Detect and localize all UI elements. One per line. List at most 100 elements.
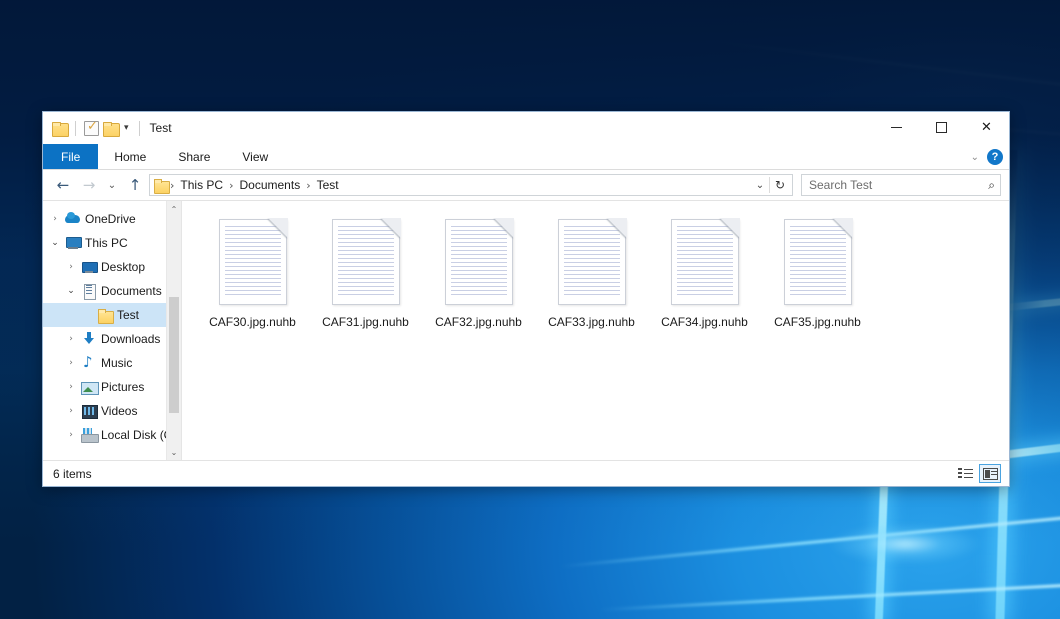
address-bar-row: ← → ⌄ ↑ › This PC › Documents › Test ⌄ ↻ [43, 170, 1009, 200]
search-box[interactable]: ⌕ [801, 174, 1001, 196]
chevron-right-icon[interactable]: › [63, 358, 79, 368]
folder-icon [95, 309, 115, 322]
toolbar-divider [75, 121, 76, 136]
forward-button[interactable]: → [77, 173, 101, 197]
address-bar[interactable]: › This PC › Documents › Test ⌄ ↻ [149, 174, 793, 196]
close-button[interactable]: ✕ [964, 112, 1009, 143]
quick-access-toolbar: ▾ [43, 121, 144, 136]
ribbon-right-controls: ⌄ ? [971, 144, 1003, 170]
chevron-down-icon[interactable]: ⌄ [971, 152, 979, 163]
file-list-view[interactable]: CAF30.jpg.nuhb CAF31.jpg.nuhb [182, 201, 1009, 460]
sidebar-item-documents[interactable]: ⌄ Documents [43, 279, 181, 303]
chevron-down-icon[interactable]: ⌄ [47, 238, 63, 248]
chevron-down-icon[interactable]: ▾ [122, 124, 131, 133]
scrollbar-thumb[interactable] [169, 297, 179, 413]
sidebar-item-label: Downloads [99, 332, 160, 346]
tab-share[interactable]: Share [162, 144, 226, 169]
list-item[interactable]: CAF32.jpg.nuhb [422, 215, 535, 329]
refresh-icon[interactable]: ↻ [770, 178, 790, 192]
file-name: CAF31.jpg.nuhb [322, 315, 409, 329]
details-view-icon [958, 468, 973, 480]
videos-icon [79, 404, 99, 418]
up-button[interactable]: ↑ [123, 173, 147, 197]
navigation-pane-scrollbar[interactable]: ⌃ ⌄ [166, 201, 181, 460]
sidebar-item-label: Videos [99, 404, 137, 418]
documents-icon [79, 284, 99, 298]
large-icons-view-button[interactable] [979, 464, 1001, 483]
disk-icon [79, 428, 99, 442]
minimize-button[interactable] [874, 112, 919, 143]
sidebar-item-local-disk[interactable]: › Local Disk (C:) [43, 423, 181, 447]
list-item[interactable]: CAF34.jpg.nuhb [648, 215, 761, 329]
sidebar-item-label: OneDrive [83, 212, 136, 226]
sidebar-item-desktop[interactable]: › Desktop [43, 255, 181, 279]
downloads-icon [79, 332, 99, 346]
minimize-icon [891, 127, 902, 128]
tab-home[interactable]: Home [98, 144, 162, 169]
sidebar-item-this-pc[interactable]: ⌄ This PC [43, 231, 181, 255]
folder-icon [154, 179, 169, 192]
view-mode-buttons [954, 464, 1001, 483]
folder-icon[interactable] [52, 122, 67, 135]
search-icon[interactable]: ⌕ [988, 178, 995, 193]
details-view-button[interactable] [954, 464, 976, 483]
file-grid: CAF30.jpg.nuhb CAF31.jpg.nuhb [196, 215, 1009, 329]
chevron-down-icon[interactable]: ⌄ [63, 286, 79, 296]
window-controls: ✕ [874, 112, 1009, 143]
chevron-right-icon[interactable]: › [63, 430, 79, 440]
desktop-icon [79, 260, 99, 274]
recent-locations-button[interactable]: ⌄ [103, 173, 121, 197]
sidebar-item-test[interactable]: Test [43, 303, 181, 327]
sidebar-item-label: Test [115, 308, 139, 322]
scroll-up-arrow-icon[interactable]: ⌃ [167, 201, 181, 217]
item-count-label: 6 items [53, 467, 92, 481]
file-name: CAF32.jpg.nuhb [435, 315, 522, 329]
tab-file[interactable]: File [43, 144, 98, 169]
onedrive-icon [63, 212, 83, 226]
chevron-right-icon[interactable]: › [47, 214, 63, 224]
generic-file-icon [332, 219, 400, 305]
back-button[interactable]: ← [51, 173, 75, 197]
sidebar-item-downloads[interactable]: › Downloads [43, 327, 181, 351]
sidebar-item-label: Pictures [99, 380, 144, 394]
sidebar-item-onedrive[interactable]: › OneDrive [43, 207, 181, 231]
chevron-right-icon[interactable]: › [63, 382, 79, 392]
sidebar-item-label: Documents [99, 284, 162, 298]
list-item[interactable]: CAF33.jpg.nuhb [535, 215, 648, 329]
chevron-right-icon[interactable]: › [63, 334, 79, 344]
chevron-right-icon[interactable]: › [63, 262, 79, 272]
navigation-pane: › OneDrive ⌄ This PC › Desktop ⌄ [43, 201, 181, 460]
maximize-icon [936, 122, 947, 133]
search-input[interactable] [807, 177, 988, 193]
large-icons-view-icon [983, 468, 998, 480]
this-pc-icon [63, 236, 83, 250]
chevron-down-icon[interactable]: ⌄ [751, 180, 769, 191]
sidebar-item-pictures[interactable]: › Pictures [43, 375, 181, 399]
generic-file-icon [445, 219, 513, 305]
new-folder-icon[interactable] [103, 122, 118, 135]
window-title: Test [150, 121, 172, 135]
tab-view[interactable]: View [226, 144, 284, 169]
list-item[interactable]: CAF31.jpg.nuhb [309, 215, 422, 329]
list-item[interactable]: CAF30.jpg.nuhb [196, 215, 309, 329]
breadcrumb-item-this-pc[interactable]: This PC [175, 178, 228, 192]
generic-file-icon [671, 219, 739, 305]
sidebar-item-label: This PC [83, 236, 128, 250]
properties-checkbox-icon[interactable] [84, 121, 99, 136]
list-item[interactable]: CAF35.jpg.nuhb [761, 215, 874, 329]
explorer-body: › OneDrive ⌄ This PC › Desktop ⌄ [43, 200, 1009, 460]
music-icon [79, 356, 99, 370]
maximize-button[interactable] [919, 112, 964, 143]
breadcrumb-item-documents[interactable]: Documents [235, 178, 306, 192]
status-bar: 6 items [43, 460, 1009, 486]
scroll-down-arrow-icon[interactable]: ⌄ [167, 444, 181, 460]
generic-file-icon [558, 219, 626, 305]
file-name: CAF30.jpg.nuhb [209, 315, 296, 329]
file-name: CAF33.jpg.nuhb [548, 315, 635, 329]
sidebar-item-music[interactable]: › Music [43, 351, 181, 375]
breadcrumb-item-test[interactable]: Test [312, 178, 344, 192]
chevron-right-icon[interactable]: › [63, 406, 79, 416]
sidebar-item-videos[interactable]: › Videos [43, 399, 181, 423]
help-icon[interactable]: ? [987, 149, 1003, 165]
toolbar-divider [139, 121, 140, 136]
